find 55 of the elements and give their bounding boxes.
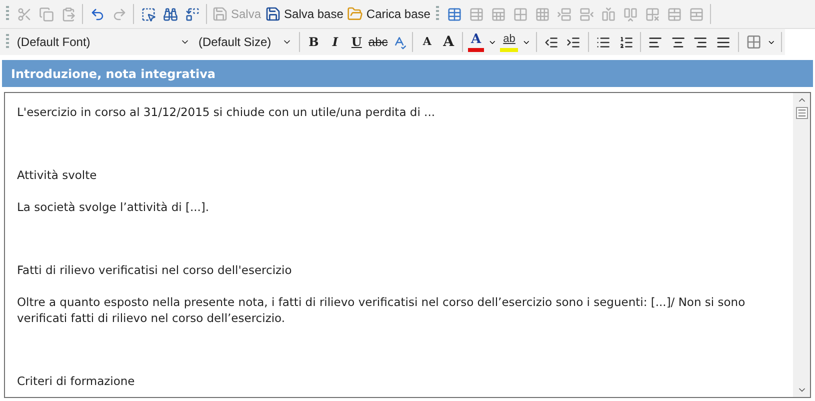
copy-icon <box>38 6 54 22</box>
align-left-icon <box>648 34 663 50</box>
format-button[interactable]: U <box>346 31 368 53</box>
split-cells-icon <box>688 6 704 22</box>
toolbar-button[interactable]: Carica base <box>345 3 432 25</box>
indent-icon <box>566 34 582 50</box>
toolbar-grip[interactable] <box>6 6 9 22</box>
table-icon <box>490 6 506 22</box>
insert-row-icon <box>578 6 594 22</box>
paragraph: Oltre a quanto esposto nella presente nota, i fatti di rilievo verificatisi nel corso dell’esercizio sono i seguenti: [...]/ Non si sono verificati fatti di rilievo nel corso dell’esercizio. <box>17 294 746 326</box>
font-dropdown[interactable]: (Default Font) <box>12 32 194 52</box>
section-header: Introduzione, nota integrativa <box>2 60 813 87</box>
folder-icon <box>347 6 364 22</box>
borders-icon <box>746 34 762 50</box>
paragraph: L'esercizio in corso al 31/12/2015 si chiude con un utile/una perdita di ... <box>17 104 436 120</box>
align-right-icon <box>693 34 708 50</box>
save-icon <box>212 6 228 22</box>
toolbar-button[interactable]: Salva base <box>263 3 346 25</box>
align-justify-icon <box>716 34 731 50</box>
numbered-list-icon <box>618 34 634 50</box>
table-icon <box>534 6 550 22</box>
replace-icon <box>184 6 200 22</box>
insert-column-icon <box>622 6 638 22</box>
paragraph-heading: Criteri di formazione <box>17 373 136 389</box>
outdent-icon <box>544 34 558 50</box>
shrink-font-button[interactable]: A <box>416 31 438 53</box>
toolbar-grip[interactable] <box>436 6 440 22</box>
align-center-icon <box>670 34 686 50</box>
size-dropdown[interactable]: (Default Size) <box>194 32 296 52</box>
paragraph-heading: Attività svolte <box>17 167 98 183</box>
scissors-icon <box>16 6 32 22</box>
paragraph: La società svolge l’attività di [...]. <box>17 199 210 215</box>
format-button[interactable]: abc <box>367 31 389 53</box>
table-icon <box>446 6 462 22</box>
insert-column-icon <box>600 6 616 22</box>
select-all-icon <box>140 6 156 22</box>
save-icon <box>265 6 282 22</box>
table-icon <box>468 6 484 22</box>
delete-table-icon <box>644 6 660 22</box>
undo-icon <box>90 6 104 22</box>
toolbar-grip[interactable] <box>6 34 9 50</box>
redo-icon <box>112 6 126 22</box>
paste-icon <box>60 6 76 22</box>
format-button[interactable]: B <box>303 31 324 53</box>
font-color-button[interactable]: A <box>466 31 486 53</box>
table-icon <box>512 6 528 22</box>
insert-row-icon <box>556 6 572 22</box>
bullet-list-icon <box>596 34 611 50</box>
binoculars-icon <box>162 6 178 22</box>
paragraph-heading: Fatti di rilievo verificatisi nel corso dell'esercizio <box>17 262 293 278</box>
grow-font-button[interactable]: A <box>438 31 460 53</box>
scroll-thumb <box>796 107 808 119</box>
format-button[interactable]: I <box>324 31 346 53</box>
highlight-button[interactable]: ab <box>498 31 520 53</box>
merge-cells-icon <box>666 6 682 22</box>
